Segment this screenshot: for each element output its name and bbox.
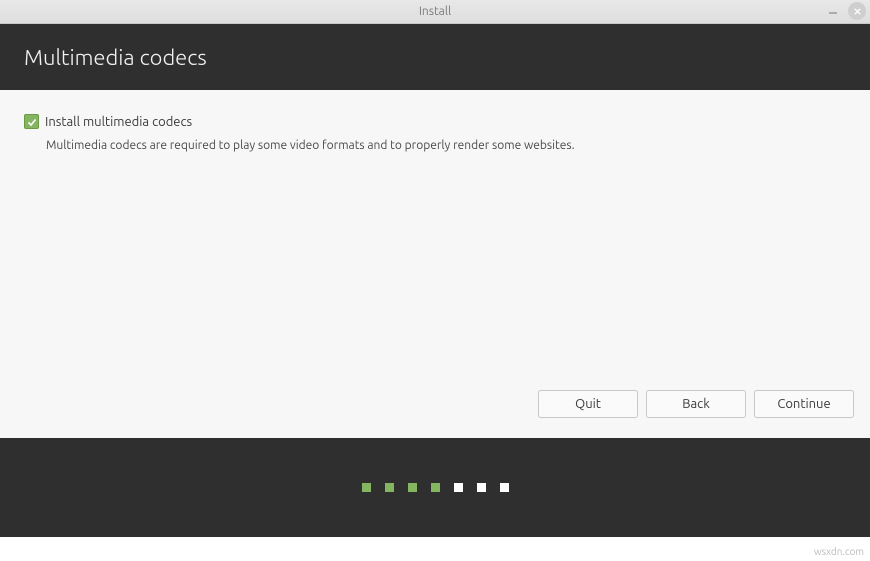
continue-button[interactable]: Continue <box>754 390 854 418</box>
codecs-checkbox[interactable] <box>24 114 39 129</box>
codecs-checkbox-label[interactable]: Install multimedia codecs <box>45 115 192 129</box>
window-title: Install <box>0 5 870 18</box>
watermark: wsxdn.com <box>814 546 864 557</box>
window-controls <box>824 2 866 20</box>
quit-button[interactable]: Quit <box>538 390 638 418</box>
checkmark-icon <box>27 117 37 127</box>
codecs-description: Multimedia codecs are required to play s… <box>46 139 846 152</box>
minimize-button[interactable] <box>824 2 842 20</box>
progress-footer <box>0 438 870 537</box>
page-header: Multimedia codecs <box>0 24 870 90</box>
progress-dot-current <box>454 483 463 492</box>
progress-dot <box>431 483 440 492</box>
progress-dot <box>385 483 394 492</box>
close-button[interactable] <box>848 2 866 20</box>
content-area: Install multimedia codecs Multimedia cod… <box>0 90 870 438</box>
progress-dot <box>362 483 371 492</box>
page-title: Multimedia codecs <box>24 45 207 70</box>
codecs-option-row: Install multimedia codecs <box>24 114 846 129</box>
progress-dot <box>477 483 486 492</box>
progress-dot <box>408 483 417 492</box>
progress-dot <box>500 483 509 492</box>
back-button[interactable]: Back <box>646 390 746 418</box>
titlebar: Install <box>0 0 870 24</box>
button-row: Quit Back Continue <box>538 390 854 418</box>
